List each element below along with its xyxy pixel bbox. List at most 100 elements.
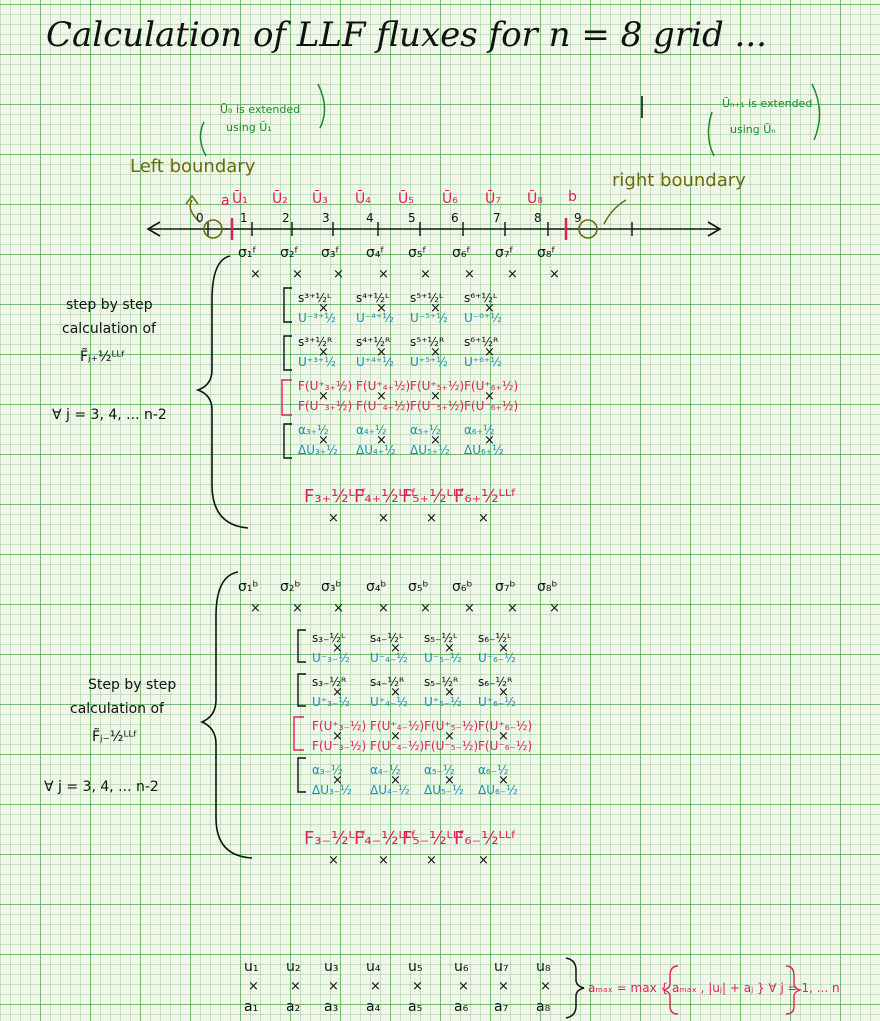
bottom_block-flux-mark-6: × bbox=[478, 853, 489, 868]
top_block-sigma-5: σ₅ᶠ bbox=[408, 245, 427, 261]
top_block-sigma-mark-6: × bbox=[464, 267, 475, 282]
bottom_block-row4-col3: U⁺₅₋½ bbox=[424, 695, 462, 709]
top_block-row2-col1: U⁻³⁺½ bbox=[298, 311, 336, 325]
amax-a-4: a₄ bbox=[366, 999, 381, 1015]
top-side-label-line3: F̃ⱼ₊½ᴸᴸᶠ bbox=[80, 349, 126, 365]
bottom_block-sigma-mark-6: × bbox=[464, 601, 475, 616]
bottom_block-sigma-mark-1: × bbox=[250, 601, 261, 616]
bottom_block-flux-mark-5: × bbox=[426, 853, 437, 868]
top_block-flux-mark-4: × bbox=[378, 511, 389, 526]
amax-u-8: u₈ bbox=[536, 959, 551, 975]
tick-label-9: 9 bbox=[574, 211, 582, 225]
top_block-row2-col2: U⁻⁴⁺½ bbox=[356, 311, 394, 325]
amax-mark-1: × bbox=[248, 979, 259, 994]
right-boundary-note-bottom: using Ūₙ bbox=[730, 123, 776, 136]
top-side-label-line2: calculation of bbox=[62, 321, 156, 337]
tick-label-8: 8 bbox=[534, 211, 542, 225]
bottom_block-sigma-7: σ₇ᵇ bbox=[495, 579, 516, 595]
amax-u-2: u₂ bbox=[286, 959, 301, 975]
top_block-sigma-8: σ₈ᶠ bbox=[537, 245, 556, 261]
tick-label-5: 5 bbox=[408, 211, 416, 225]
left-boundary-note-bottom: using Ū₁ bbox=[226, 121, 272, 134]
cell-average-1: Ū₁ bbox=[232, 191, 248, 207]
amax-mark-7: × bbox=[498, 979, 509, 994]
top_block-row8-col2: ΔU₄₊½ bbox=[356, 443, 396, 457]
bottom_block-sigma-3: σ₃ᵇ bbox=[321, 579, 342, 595]
top_block-row4-col1: U⁺³⁺½ bbox=[298, 355, 336, 369]
amax-mark-3: × bbox=[328, 979, 339, 994]
bottom_block-row2-col1: U⁻₃₋½ bbox=[312, 651, 350, 665]
top_block-sigma-mark-8: × bbox=[549, 267, 560, 282]
bottom_block-row6-col3: F(U⁻₅₋½) bbox=[424, 739, 479, 753]
bottom_block-flux-mark-4: × bbox=[378, 853, 389, 868]
top_block-sigma-mark-2: × bbox=[292, 267, 303, 282]
cell-average-2: Ū₂ bbox=[272, 191, 288, 207]
left-boundary-label: Left boundary bbox=[130, 156, 256, 177]
bottom_block-row8-col4: ΔU₆₋½ bbox=[478, 783, 518, 797]
endpoint-b: b bbox=[568, 189, 577, 205]
bottom-range: ∀ j = 3, 4, ... n-2 bbox=[44, 779, 159, 795]
top_block-row2-col4: U⁻⁶⁺½ bbox=[464, 311, 502, 325]
bottom_block-sigma-mark-5: × bbox=[420, 601, 431, 616]
ink-drawings bbox=[146, 83, 821, 1019]
bottom_block-sigma-mark-2: × bbox=[292, 601, 303, 616]
top_block-flux-mark-6: × bbox=[478, 511, 489, 526]
top_block-sigma-4: σ₄ᶠ bbox=[366, 245, 385, 261]
left-boundary-note-top: Ū₀ is extended bbox=[220, 103, 301, 116]
bottom_block-sigma-6: σ₆ᵇ bbox=[452, 579, 473, 595]
bottom-side-label-line3: F̃ⱼ₋½ᴸᴸᶠ bbox=[92, 729, 138, 745]
amax-a-1: a₁ bbox=[244, 999, 259, 1015]
bottom_block-flux-6: F₆₋½ᴸᴸᶠ bbox=[454, 828, 517, 849]
tick-label-7: 7 bbox=[493, 211, 501, 225]
top_block-sigma-3: σ₃ᶠ bbox=[321, 245, 340, 261]
amax-a-8: a₈ bbox=[536, 999, 551, 1015]
top_block-row8-col3: ΔU₅₊½ bbox=[410, 443, 450, 457]
amax-mark-2: × bbox=[290, 979, 301, 994]
amax-a-6: a₆ bbox=[454, 999, 469, 1015]
amax-u-1: u₁ bbox=[244, 959, 259, 975]
top_block-sigma-1: σ₁ᶠ bbox=[238, 245, 257, 261]
amax-mark-6: × bbox=[458, 979, 469, 994]
bottom_block-sigma-2: σ₂ᵇ bbox=[280, 579, 301, 595]
bottom_block-row8-col2: ΔU₄₋½ bbox=[370, 783, 410, 797]
amax-a-5: a₅ bbox=[408, 999, 423, 1015]
bottom_block-row6-col1: F(U⁻₃₋½) bbox=[312, 739, 367, 753]
top_block-row6-col4: F(U⁻₆₊½) bbox=[464, 399, 519, 413]
bottom_block-row2-col2: U⁻₄₋½ bbox=[370, 651, 408, 665]
amax-mark-5: × bbox=[412, 979, 423, 994]
amax-u-6: u₆ bbox=[454, 959, 469, 975]
top_block-sigma-mark-4: × bbox=[378, 267, 389, 282]
top_block-row8-col1: ΔU₃₊½ bbox=[298, 443, 338, 457]
tick-label-1: 1 bbox=[240, 211, 248, 225]
tick-label-3: 3 bbox=[322, 211, 330, 225]
top_block-sigma-2: σ₂ᶠ bbox=[280, 245, 299, 261]
amax-mark-8: × bbox=[540, 979, 551, 994]
bottom_block-sigma-5: σ₅ᵇ bbox=[408, 579, 429, 595]
page-title: Calculation of LLF fluxes for n = 8 grid… bbox=[46, 15, 767, 55]
amax-u-3: u₃ bbox=[324, 959, 339, 975]
cell-average-8: Ū₈ bbox=[527, 191, 543, 207]
tick-label-0: 0 bbox=[196, 211, 204, 225]
top-side-label-line1: step by step bbox=[66, 297, 153, 313]
cell-average-3: Ū₃ bbox=[312, 191, 328, 207]
bottom_block-flux-mark-3: × bbox=[328, 853, 339, 868]
endpoint-a: a bbox=[221, 193, 230, 209]
top_block-flux-6: F₆₊½ᴸᴸᶠ bbox=[454, 486, 517, 507]
tick-label-6: 6 bbox=[451, 211, 459, 225]
bottom_block-sigma-mark-8: × bbox=[549, 601, 560, 616]
amax-formula: aₘₐₓ = max { aₘₐₓ , |uⱼ| + aⱼ } ∀ j = 1,… bbox=[588, 981, 840, 995]
top_block-row4-col3: U⁺⁵⁺½ bbox=[410, 355, 448, 369]
cell-average-7: Ū₇ bbox=[485, 191, 501, 207]
bottom_block-row4-col1: U⁺₃₋½ bbox=[312, 695, 350, 709]
amax-a-3: a₃ bbox=[324, 999, 339, 1015]
cell-average-4: Ū₄ bbox=[355, 191, 371, 207]
bottom_block-row4-col2: U⁺₄₋½ bbox=[370, 695, 408, 709]
bottom_block-row4-col4: U⁺₆₋½ bbox=[478, 695, 516, 709]
top_block-sigma-mark-7: × bbox=[507, 267, 518, 282]
top_block-sigma-mark-1: × bbox=[250, 267, 261, 282]
bottom_block-row2-col3: U⁻₅₋½ bbox=[424, 651, 462, 665]
bottom_block-row8-col1: ΔU₃₋½ bbox=[312, 783, 352, 797]
bottom_block-row6-col2: F(U⁻₄₋½) bbox=[370, 739, 425, 753]
top_block-row4-col4: U⁺⁶⁺½ bbox=[464, 355, 502, 369]
top_block-sigma-mark-3: × bbox=[333, 267, 344, 282]
